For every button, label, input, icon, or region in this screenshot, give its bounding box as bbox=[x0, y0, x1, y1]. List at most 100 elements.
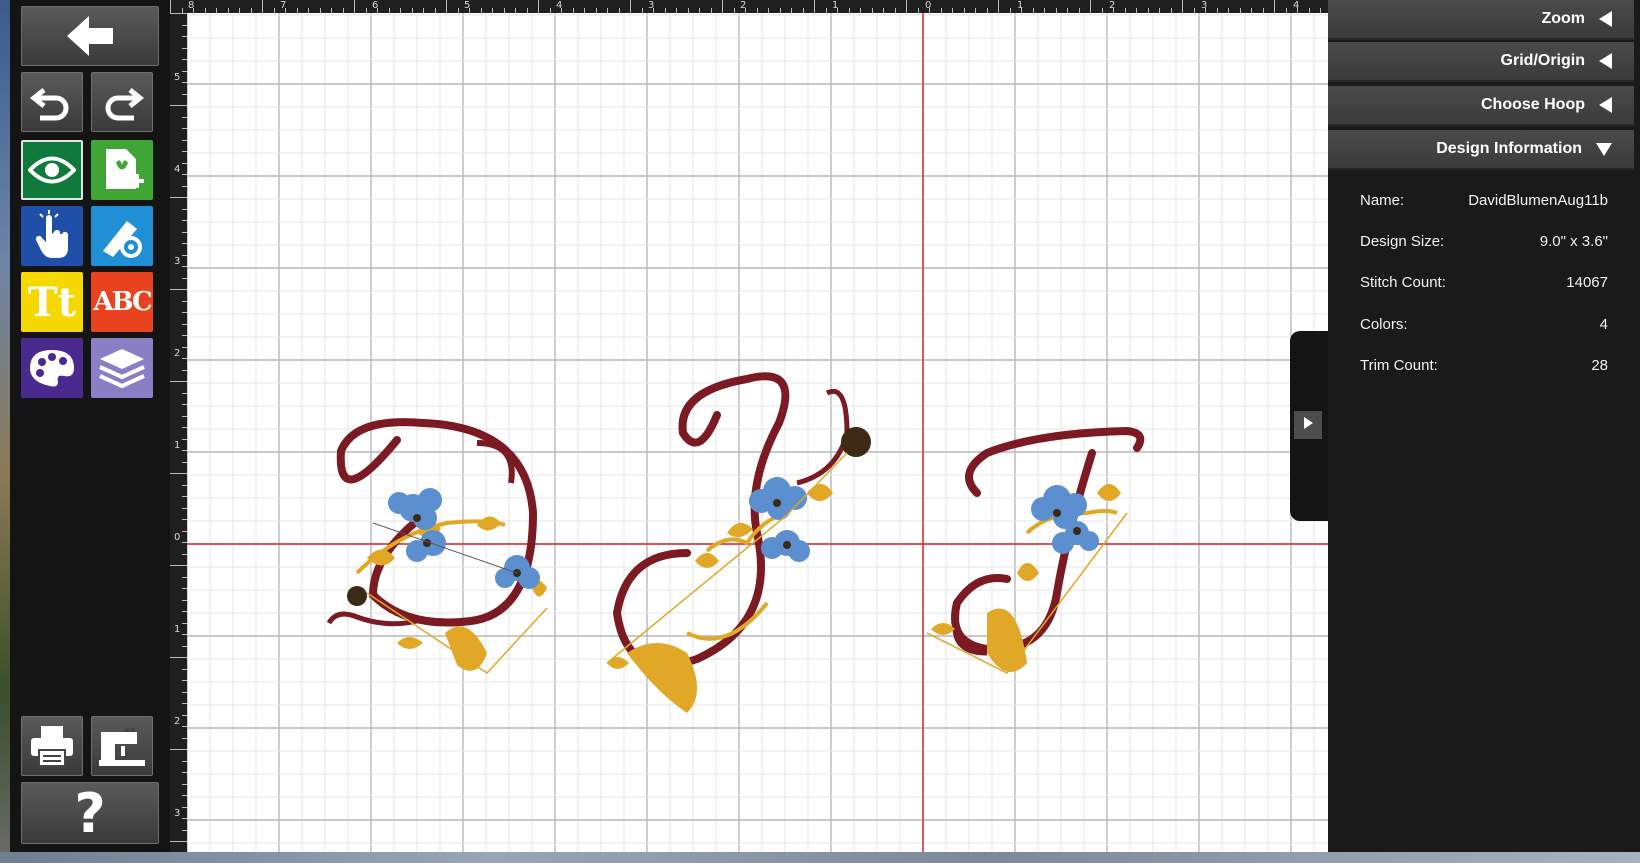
view-eye-icon bbox=[28, 153, 76, 187]
ruler-tick bbox=[170, 657, 187, 658]
back-button[interactable] bbox=[21, 6, 159, 66]
expand-arrow-icon bbox=[1599, 11, 1612, 27]
design-canvas[interactable] bbox=[187, 13, 1328, 852]
grid-origin-section-header[interactable]: Grid/Origin bbox=[1328, 42, 1634, 82]
info-label: Name: bbox=[1360, 192, 1405, 209]
ruler-tick bbox=[538, 0, 539, 13]
panel-collapse-tab bbox=[1290, 331, 1328, 521]
undo-icon bbox=[30, 82, 74, 122]
ruler-tick bbox=[998, 0, 999, 13]
ruler-tick bbox=[170, 0, 171, 13]
send-to-machine-button[interactable] bbox=[91, 716, 153, 776]
info-row-design-size: Design Size: 9.0" x 3.6" bbox=[1360, 233, 1608, 250]
ruler-tick bbox=[262, 0, 263, 13]
info-value: 4 bbox=[1599, 316, 1608, 333]
text-tool-button[interactable]: Tt bbox=[21, 272, 83, 332]
ruler-top-label: 6 bbox=[372, 0, 379, 11]
ruler-top-label: 5 bbox=[464, 0, 471, 11]
ruler-tick bbox=[1090, 0, 1091, 13]
ruler-top-label: 1 bbox=[832, 0, 839, 11]
ruler-top-label: 4 bbox=[1293, 0, 1300, 11]
monogram-button[interactable]: ABC bbox=[91, 272, 153, 332]
ruler-tick bbox=[1182, 0, 1183, 13]
info-value: 9.0" x 3.6" bbox=[1539, 233, 1608, 250]
ruler-top-label: 7 bbox=[280, 0, 287, 11]
select-button[interactable] bbox=[21, 206, 83, 266]
ruler-left-label: 3 bbox=[174, 256, 181, 267]
expand-arrow-icon bbox=[1599, 97, 1612, 113]
monogram-icon: ABC bbox=[93, 287, 152, 317]
ruler-tick bbox=[170, 289, 187, 290]
ruler-top-label: 2 bbox=[1109, 0, 1116, 11]
ruler-left-label: 3 bbox=[174, 808, 181, 819]
info-row-colors: Colors: 4 bbox=[1360, 316, 1608, 333]
design-information-section-header[interactable]: Design Information bbox=[1328, 130, 1634, 170]
desktop-edge bbox=[0, 0, 10, 863]
back-arrow-icon bbox=[65, 14, 115, 58]
desktop-bottom-edge bbox=[0, 852, 1640, 863]
add-design-button[interactable] bbox=[91, 140, 153, 200]
ruler-tick bbox=[170, 749, 187, 750]
ruler-left-label: 4 bbox=[174, 164, 181, 175]
print-icon bbox=[29, 724, 75, 768]
info-row-trim-count: Trim Count: 28 bbox=[1360, 357, 1608, 374]
touch-select-icon bbox=[30, 210, 74, 262]
expand-arrow-icon bbox=[1599, 53, 1612, 69]
add-design-icon bbox=[98, 145, 146, 195]
ruler-tick bbox=[446, 0, 447, 13]
layers-icon bbox=[97, 345, 147, 391]
ruler-tick bbox=[170, 565, 187, 566]
print-button[interactable] bbox=[21, 716, 83, 776]
zoom-section-header[interactable]: Zoom bbox=[1328, 0, 1634, 40]
ruler-tick bbox=[722, 0, 723, 13]
design-information-label: Design Information bbox=[1436, 140, 1582, 157]
ruler-top-label: 3 bbox=[1201, 0, 1208, 11]
ruler-tick bbox=[170, 841, 187, 842]
collapse-panel-button[interactable] bbox=[1294, 411, 1322, 439]
choose-hoop-label: Choose Hoop bbox=[1481, 96, 1585, 113]
ruler-tick bbox=[1274, 0, 1275, 13]
horizontal-ruler bbox=[170, 0, 1328, 13]
ruler-tick bbox=[906, 0, 907, 13]
grid-origin-label: Grid/Origin bbox=[1500, 52, 1585, 69]
ruler-top-label: 2 bbox=[740, 0, 747, 11]
ruler-top-label: 3 bbox=[648, 0, 655, 11]
zoom-label: Zoom bbox=[1541, 10, 1585, 27]
redo-button[interactable] bbox=[91, 72, 153, 132]
ruler-tick bbox=[814, 0, 815, 13]
ruler-top-label: 8 bbox=[188, 0, 195, 11]
help-button[interactable]: ? bbox=[21, 781, 159, 845]
ruler-tick bbox=[170, 381, 187, 382]
collapse-arrow-icon bbox=[1596, 142, 1612, 156]
ruler-top-label: 1 bbox=[1017, 0, 1024, 11]
info-value: 28 bbox=[1591, 357, 1608, 374]
info-label: Stitch Count: bbox=[1360, 274, 1446, 291]
ruler-top-label: 4 bbox=[556, 0, 563, 11]
info-label: Colors: bbox=[1360, 316, 1408, 333]
help-icon: ? bbox=[74, 781, 106, 845]
view-button[interactable] bbox=[21, 140, 83, 200]
info-row-name: Name: DavidBlumenAug11b bbox=[1360, 192, 1608, 209]
colors-button[interactable] bbox=[21, 338, 83, 398]
text-tool-icon: Tt bbox=[27, 278, 77, 326]
info-value: 14067 bbox=[1566, 274, 1608, 291]
right-panel: Zoom Grid/Origin Choose Hoop Design Info… bbox=[1328, 0, 1640, 852]
ruler-left-label: 1 bbox=[174, 440, 181, 451]
layers-button[interactable] bbox=[91, 338, 153, 398]
ruler-left-label: 0 bbox=[174, 532, 181, 543]
edit-tools-button[interactable] bbox=[91, 206, 153, 266]
ruler-left-label: 1 bbox=[174, 624, 181, 635]
toolbar: Tt ABC ? bbox=[10, 0, 170, 852]
ruler-tick bbox=[170, 197, 187, 198]
info-row-stitch-count: Stitch Count: 14067 bbox=[1360, 274, 1608, 291]
play-arrow-icon bbox=[1302, 416, 1314, 435]
choose-hoop-section-header[interactable]: Choose Hoop bbox=[1328, 86, 1634, 126]
ruler-tick bbox=[630, 0, 631, 13]
ruler-top-label: 0 bbox=[925, 0, 932, 11]
edit-tools-icon bbox=[97, 211, 147, 261]
undo-button[interactable] bbox=[21, 72, 83, 132]
redo-icon bbox=[100, 82, 144, 122]
ruler-left-label: 2 bbox=[174, 348, 181, 359]
ruler-tick bbox=[170, 473, 187, 474]
info-label: Design Size: bbox=[1360, 233, 1445, 250]
